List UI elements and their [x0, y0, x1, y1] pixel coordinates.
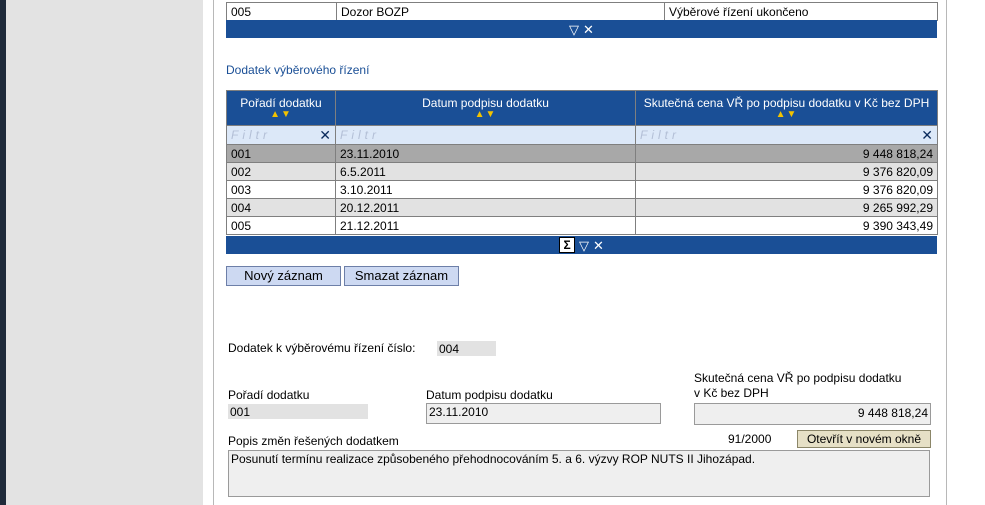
datum-field[interactable]: 23.11.2010 — [426, 403, 661, 424]
close-icon[interactable]: ✕ — [921, 127, 933, 143]
dodatek-cislo-field: 004 — [437, 341, 496, 356]
table-row[interactable]: 001 23.11.2010 9 448 818,24 — [226, 144, 938, 163]
filter-input-datum[interactable]: Filtr — [335, 125, 636, 145]
left-sidebar — [6, 0, 203, 505]
popis-label: Popis změn řešených dodatkem — [228, 434, 399, 448]
dodatek-table-footer-bar: Σ ▽ ✕ — [226, 236, 937, 254]
close-icon[interactable]: ✕ — [593, 239, 604, 252]
cell-name: Dozor BOZP — [336, 2, 665, 21]
poradi-field: 001 — [228, 404, 368, 419]
table-row[interactable]: 003 3.10.2011 9 376 820,09 — [226, 180, 938, 199]
close-icon[interactable]: ✕ — [319, 127, 331, 143]
content-border-right — [946, 0, 947, 505]
filter-icon[interactable]: ▽ — [579, 239, 589, 252]
content-border-left — [213, 0, 214, 505]
vyberove-rizeni-table: 005 Dozor BOZP Výběrové řízení ukončeno — [226, 2, 938, 21]
datum-label: Datum podpisu dodatku — [426, 388, 553, 402]
popis-textarea[interactable]: Posunutí termínu realizace způsobeného p… — [228, 450, 930, 497]
poradi-label: Pořadí dodatku — [228, 388, 310, 402]
filter-input-cena[interactable]: Filtr ✕ — [635, 125, 938, 145]
cena-field[interactable]: 9 448 818,24 — [694, 403, 931, 425]
sigma-icon[interactable]: Σ — [559, 237, 576, 253]
char-counter: 91/2000 — [728, 432, 772, 446]
cena-label-line2: v Kč bez DPH — [694, 386, 769, 400]
new-record-button[interactable]: Nový záznam — [226, 266, 341, 286]
sort-arrows-icon[interactable]: ▲▼ — [340, 110, 631, 120]
section-title: Dodatek výběrového řízení — [226, 63, 370, 77]
top-table-footer-bar: ▽ ✕ — [226, 20, 937, 38]
column-header-cena[interactable]: Skutečná cena VŘ po podpisu dodatku v Kč… — [635, 90, 938, 126]
table-row[interactable]: 004 20.12.2011 9 265 992,29 — [226, 198, 938, 217]
table-row[interactable]: 002 6.5.2011 9 376 820,09 — [226, 162, 938, 181]
table-row[interactable]: 005 21.12.2011 9 390 343,49 — [226, 216, 938, 235]
column-header-datum[interactable]: Datum podpisu dodatku ▲▼ — [335, 90, 636, 126]
dodatek-table: Pořadí dodatku ▲▼ Datum podpisu dodatku … — [226, 90, 938, 235]
table-row[interactable]: 005 Dozor BOZP Výběrové řízení ukončeno — [226, 2, 938, 21]
open-new-window-button[interactable]: Otevřít v novém okně — [797, 430, 931, 448]
cell-status: Výběrové řízení ukončeno — [664, 2, 938, 21]
cell-code: 005 — [226, 2, 337, 21]
sort-arrows-icon[interactable]: ▲▼ — [231, 110, 331, 120]
close-icon[interactable]: ✕ — [583, 23, 594, 36]
filter-icon[interactable]: ▽ — [569, 23, 579, 36]
filter-input-poradi[interactable]: Filtr ✕ — [226, 125, 336, 145]
sort-arrows-icon[interactable]: ▲▼ — [640, 110, 933, 120]
cena-label-line1: Skutečná cena VŘ po podpisu dodatku — [694, 371, 902, 385]
delete-record-button[interactable]: Smazat záznam — [344, 266, 459, 286]
column-header-poradi[interactable]: Pořadí dodatku ▲▼ — [226, 90, 336, 126]
dodatek-cislo-label: Dodatek k výběrovému řízení číslo: — [228, 341, 416, 355]
